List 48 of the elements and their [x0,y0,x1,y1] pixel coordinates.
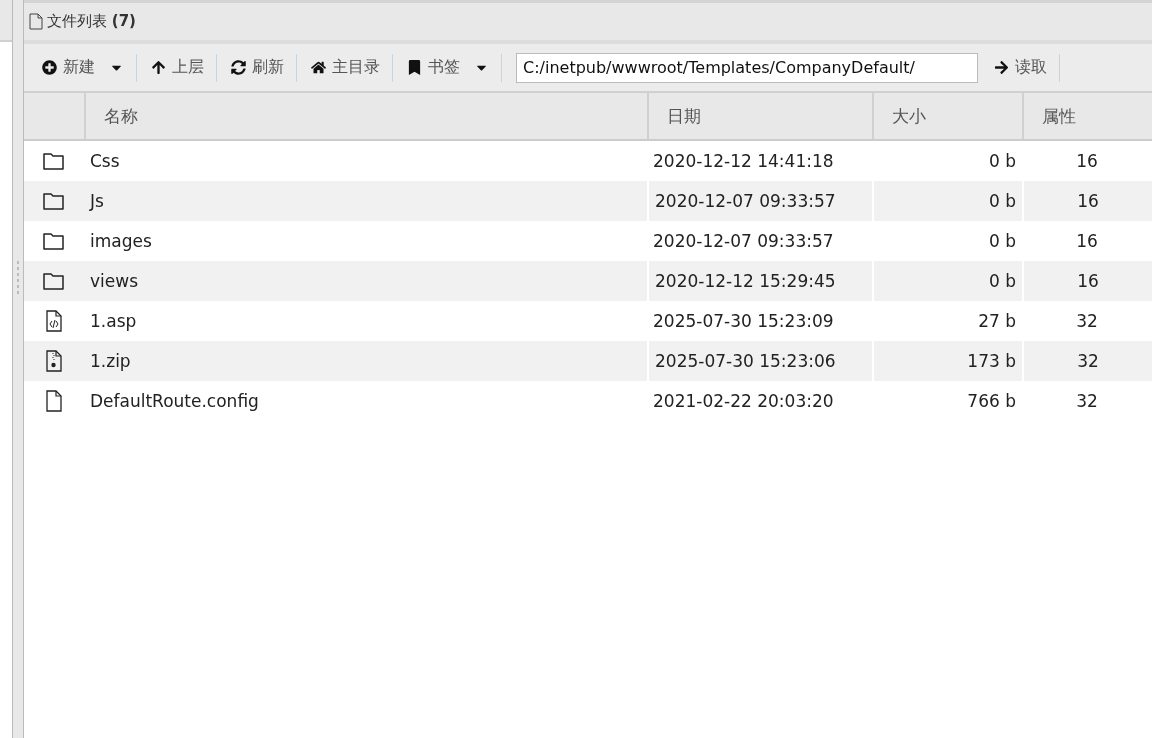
column-header[interactable]: 日期 [647,93,872,139]
file-name: views [89,270,139,293]
folder-icon [42,191,66,211]
file-name: 1.asp [89,310,138,333]
file-date: 2020-12-07 09:33:57 [652,230,835,253]
file-size: 0 b [988,150,1017,173]
toolbar-button[interactable]: 主目录 [307,51,392,84]
file-date: 2025-07-30 15:23:09 [652,310,835,333]
document-icon [29,13,43,30]
file-attribute: 32 [1075,390,1099,413]
panel-title: 文件列表 (7) [47,12,136,31]
toolbar-button[interactable]: 刷新 [227,51,296,84]
file-icon [45,390,63,412]
file-attribute: 32 [1075,310,1099,333]
file-date: 2020-12-12 14:41:18 [652,150,835,173]
file-name: images [89,230,153,253]
file-date: 2021-02-22 20:03:20 [652,390,835,413]
bookmark-icon [407,60,422,75]
toolbar-button[interactable]: 书签 [403,51,501,84]
code-file-icon [45,310,63,332]
file-name: Css [89,150,121,173]
file-name: DefaultRoute.config [89,390,260,413]
new-icon [42,60,57,75]
zip-file-icon [45,350,63,372]
file-row[interactable]: views 2020-12-12 15:29:45 0 b 16 [24,261,1152,301]
file-size: 27 b [977,310,1017,333]
home-icon [311,60,326,75]
column-header[interactable]: 名称 [84,93,647,139]
file-attribute: 16 [1075,150,1099,173]
folder-icon [42,231,66,251]
arrow-right-icon [994,60,1009,75]
file-name: Js [88,190,105,213]
folder-icon [42,271,66,291]
refresh-icon [231,60,246,75]
file-attribute: 16 [1075,230,1099,253]
up-icon [151,60,166,75]
column-header[interactable]: 大小 [872,93,1022,139]
file-name: 1.zip [89,350,132,373]
file-size: 0 b [988,230,1017,253]
folder-icon [42,151,66,171]
path-field[interactable]: C:/inetpub/wwwroot/Templates/CompanyDefault/ [516,52,978,83]
file-size: 766 b [966,390,1017,413]
toolbar-button[interactable]: 上层 [147,51,216,84]
read-button[interactable]: 读取 [990,51,1059,84]
toolbar-button[interactable]: 新建 [38,51,136,84]
column-header[interactable]: 属性 [1022,93,1152,139]
file-row[interactable]: 1.zip 2025-07-30 15:23:06 173 b 32 [24,341,1152,381]
file-row[interactable]: Js 2020-12-07 09:33:57 0 b 16 [24,181,1152,221]
